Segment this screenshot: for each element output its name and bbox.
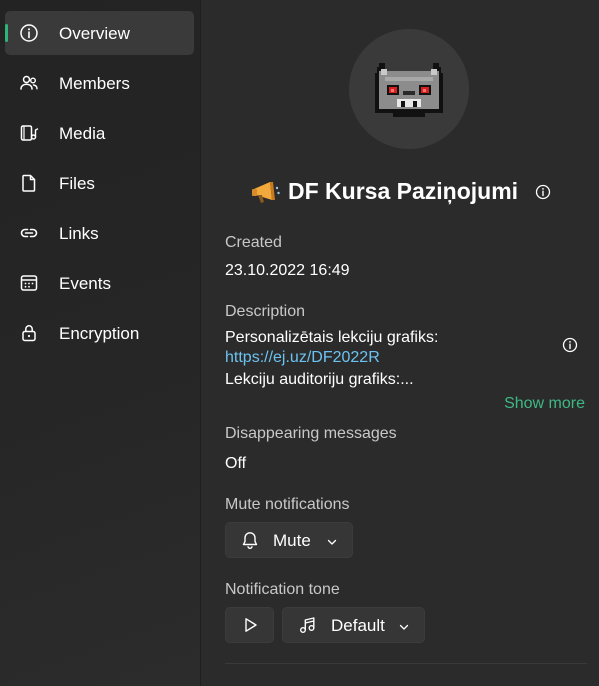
group-info-icon[interactable]: [535, 184, 551, 200]
sidebar-item-members[interactable]: Members: [5, 61, 194, 105]
sidebar-item-overview[interactable]: Overview: [5, 11, 194, 55]
sidebar-item-label: Members: [59, 74, 130, 93]
sidebar-item-label: Files: [59, 174, 95, 193]
group-title-row: DF Kursa Paziņojumi: [201, 174, 599, 210]
disappearing-value[interactable]: Off: [225, 455, 246, 473]
description-line: Lekciju auditoriju grafiks:...: [225, 371, 414, 388]
sidebar-item-links[interactable]: Links: [5, 211, 194, 255]
tone-label: Notification tone: [225, 581, 340, 598]
media-icon: [19, 123, 39, 143]
sidebar-item-files[interactable]: Files: [5, 161, 194, 205]
calendar-icon: [19, 273, 39, 293]
mute-label: Mute notifications: [225, 496, 350, 513]
sidebar-item-label: Links: [59, 224, 99, 243]
description-info-icon[interactable]: [562, 337, 578, 353]
chevron-down-icon: [398, 620, 410, 632]
lock-icon: [19, 323, 39, 343]
mute-button-label: Mute: [273, 531, 311, 550]
sidebar-item-label: Media: [59, 124, 106, 143]
sidebar-item-label: Events: [59, 274, 111, 293]
play-tone-button[interactable]: [225, 607, 274, 643]
tone-select-value: Default: [331, 616, 385, 635]
description-label: Description: [225, 303, 306, 320]
sidebar-item-encryption[interactable]: Encryption: [5, 311, 194, 355]
overview-panel: DF Kursa Paziņojumi Created 23.10.2022 1…: [201, 0, 599, 686]
sidebar-item-events[interactable]: Events: [5, 261, 194, 305]
info-icon: [19, 23, 39, 43]
created-value: 23.10.2022 16:49: [225, 262, 350, 279]
active-indicator: [5, 24, 8, 42]
show-more-link[interactable]: Show more: [504, 395, 585, 413]
group-name: DF Kursa Paziņojumi: [288, 178, 519, 204]
megaphone-icon: [250, 178, 282, 206]
music-note-icon: [297, 615, 317, 635]
sidebar-item-label: Encryption: [59, 324, 140, 343]
file-icon: [19, 173, 39, 193]
bell-icon: [240, 530, 260, 550]
sidebar-item-label: Overview: [59, 24, 130, 43]
mute-button[interactable]: Mute: [225, 522, 353, 558]
sidebar: Overview Members Media Files Links Event…: [0, 0, 200, 686]
description-link[interactable]: https://ej.uz/DF2022R: [225, 349, 380, 367]
description-line: Personalizētais lekciju grafiks:: [225, 329, 439, 346]
disappearing-label: Disappearing messages: [225, 425, 397, 442]
chevron-down-icon: [326, 535, 338, 547]
group-avatar[interactable]: [349, 29, 469, 149]
section-divider: [225, 663, 587, 664]
tone-select[interactable]: Default: [282, 607, 425, 643]
sidebar-item-media[interactable]: Media: [5, 111, 194, 155]
people-icon: [19, 73, 39, 93]
link-icon: [19, 223, 39, 243]
created-label: Created: [225, 234, 282, 251]
play-icon: [240, 615, 260, 635]
